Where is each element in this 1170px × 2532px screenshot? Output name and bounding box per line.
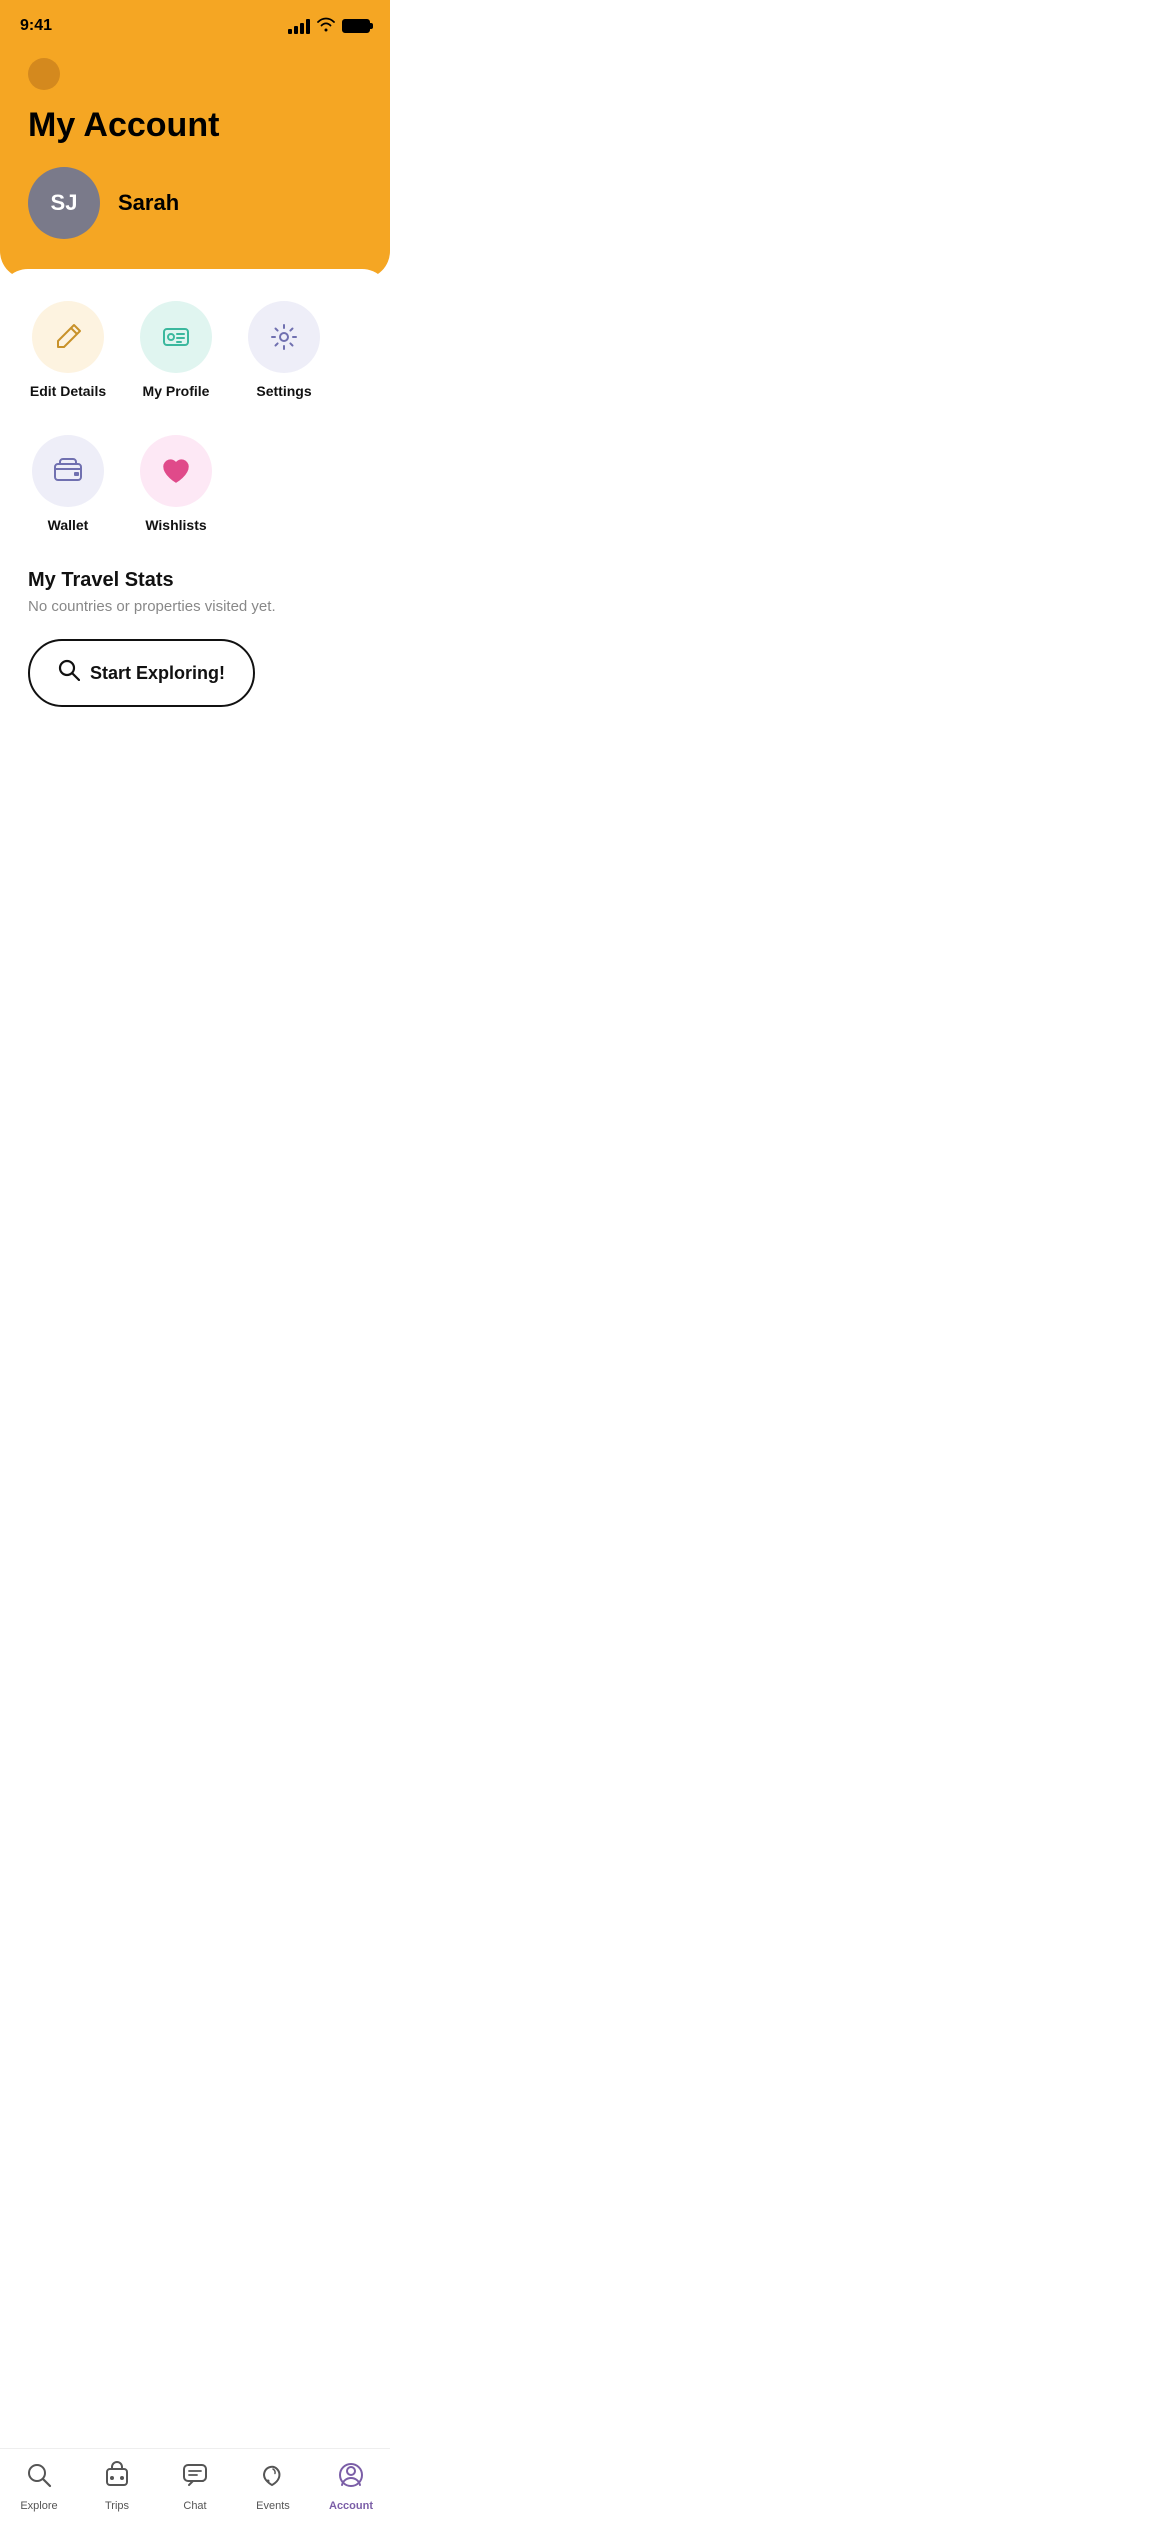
- nav-trips-label: Trips: [105, 2500, 129, 2512]
- my-profile-icon-circle: [140, 301, 212, 373]
- quick-actions-row1: Edit Details My Profile S: [28, 301, 362, 399]
- nav-explore[interactable]: Explore: [9, 2461, 69, 2512]
- travel-stats-subtitle: No countries or properties visited yet.: [28, 598, 362, 615]
- nav-account-label: Account: [329, 2500, 373, 2512]
- wallet-button[interactable]: Wallet: [28, 435, 108, 533]
- user-name: Sarah: [118, 190, 179, 216]
- my-profile-button[interactable]: My Profile: [136, 301, 216, 399]
- status-bar: 9:41: [0, 0, 390, 48]
- nav-account[interactable]: Account: [321, 2461, 381, 2512]
- search-icon: [58, 659, 80, 687]
- signal-icon: [288, 18, 310, 34]
- my-profile-label: My Profile: [143, 383, 210, 399]
- status-icons: [288, 16, 370, 37]
- trips-nav-icon: [103, 2461, 131, 2496]
- bottom-nav: Explore Trips Chat: [0, 2448, 390, 2532]
- nav-chat-label: Chat: [183, 2500, 206, 2512]
- explore-nav-icon: [25, 2461, 53, 2496]
- page-title: My Account: [28, 106, 362, 145]
- settings-icon-circle: [248, 301, 320, 373]
- wishlists-button[interactable]: Wishlists: [136, 435, 216, 533]
- heart-icon: [160, 455, 192, 487]
- quick-actions-row2: Wallet Wishlists: [28, 435, 362, 533]
- pencil-icon: [52, 321, 84, 353]
- events-nav-icon: [259, 2461, 287, 2496]
- start-exploring-button[interactable]: Start Exploring!: [28, 639, 255, 707]
- gear-icon: [268, 321, 300, 353]
- edit-details-button[interactable]: Edit Details: [28, 301, 108, 399]
- status-time: 9:41: [20, 17, 52, 35]
- wishlists-label: Wishlists: [145, 517, 206, 533]
- edit-details-icon-circle: [32, 301, 104, 373]
- user-row: SJ Sarah: [28, 167, 362, 239]
- wifi-icon: [316, 16, 336, 37]
- travel-stats-title: My Travel Stats: [28, 569, 362, 592]
- nav-trips[interactable]: Trips: [87, 2461, 147, 2512]
- wishlists-icon-circle: [140, 435, 212, 507]
- wallet-icon: [52, 455, 84, 487]
- start-exploring-label: Start Exploring!: [90, 663, 225, 684]
- back-dot[interactable]: [28, 58, 60, 90]
- settings-button[interactable]: Settings: [244, 301, 324, 399]
- battery-icon: [342, 19, 370, 33]
- profile-card-icon: [160, 321, 192, 353]
- wallet-icon-circle: [32, 435, 104, 507]
- account-nav-icon: [337, 2461, 365, 2496]
- nav-events-label: Events: [256, 2500, 290, 2512]
- nav-chat[interactable]: Chat: [165, 2461, 225, 2512]
- wallet-label: Wallet: [48, 517, 89, 533]
- edit-details-label: Edit Details: [30, 383, 106, 399]
- nav-events[interactable]: Events: [243, 2461, 303, 2512]
- chat-nav-icon: [181, 2461, 209, 2496]
- nav-explore-label: Explore: [20, 2500, 57, 2512]
- header-section: My Account SJ Sarah: [0, 48, 390, 279]
- settings-label: Settings: [256, 383, 311, 399]
- main-content: Edit Details My Profile S: [0, 269, 390, 835]
- travel-stats-section: My Travel Stats No countries or properti…: [28, 569, 362, 707]
- avatar[interactable]: SJ: [28, 167, 100, 239]
